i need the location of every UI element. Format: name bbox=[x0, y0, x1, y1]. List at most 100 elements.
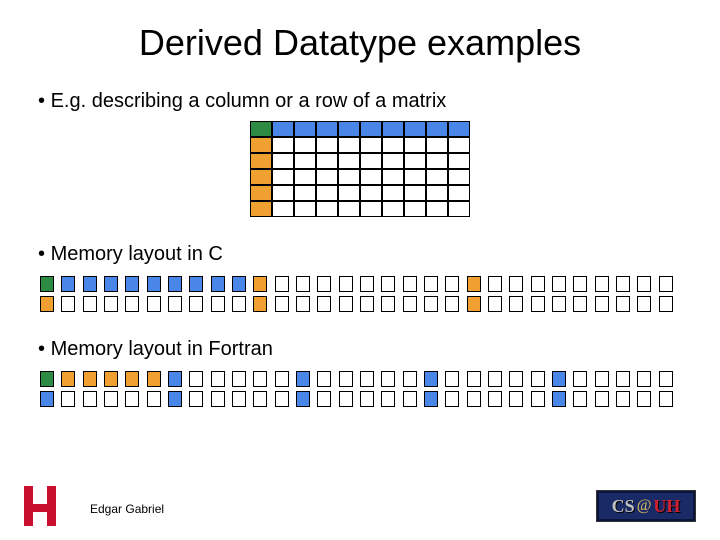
fortran-cell bbox=[211, 371, 225, 387]
fortran-cell bbox=[531, 391, 545, 407]
matrix-cell bbox=[316, 137, 338, 153]
c-cell bbox=[211, 276, 225, 292]
c-cell bbox=[552, 296, 566, 312]
c-cell bbox=[339, 276, 353, 292]
fortran-cell bbox=[147, 371, 161, 387]
matrix-cell bbox=[316, 201, 338, 217]
fortran-cell bbox=[104, 371, 118, 387]
matrix-cell bbox=[250, 153, 272, 169]
c-cell bbox=[189, 296, 203, 312]
fortran-cell bbox=[317, 371, 331, 387]
matrix-cell bbox=[448, 185, 470, 201]
fortran-cell bbox=[573, 391, 587, 407]
footer: Edgar Gabriel CS @ UH bbox=[0, 484, 720, 532]
fortran-cell bbox=[147, 391, 161, 407]
matrix-cell bbox=[426, 153, 448, 169]
matrix-cell bbox=[294, 201, 316, 217]
matrix-cell bbox=[294, 185, 316, 201]
badge-at: @ bbox=[635, 497, 654, 515]
matrix-cell bbox=[272, 137, 294, 153]
fortran-cell bbox=[275, 391, 289, 407]
matrix-cell bbox=[360, 137, 382, 153]
c-cell bbox=[509, 296, 523, 312]
c-cell bbox=[616, 296, 630, 312]
fortran-cell bbox=[40, 391, 54, 407]
matrix-cell bbox=[448, 153, 470, 169]
fortran-cell bbox=[104, 391, 118, 407]
c-cell bbox=[168, 296, 182, 312]
author-label: Edgar Gabriel bbox=[90, 502, 164, 516]
c-cell bbox=[339, 296, 353, 312]
matrix-cell bbox=[404, 169, 426, 185]
matrix-cell bbox=[382, 153, 404, 169]
uh-logo-icon bbox=[18, 486, 62, 526]
matrix-cell bbox=[272, 121, 294, 137]
c-cell bbox=[488, 296, 502, 312]
c-cell bbox=[104, 296, 118, 312]
c-cell bbox=[40, 296, 54, 312]
matrix-cell bbox=[294, 153, 316, 169]
fortran-cell bbox=[659, 371, 673, 387]
c-cell bbox=[125, 296, 139, 312]
matrix-cell bbox=[448, 137, 470, 153]
bullet-matrix: E.g. describing a column or a row of a m… bbox=[38, 90, 720, 113]
matrix-cell bbox=[404, 153, 426, 169]
fortran-cell bbox=[595, 391, 609, 407]
matrix-cell bbox=[294, 169, 316, 185]
bullet-c: Memory layout in C bbox=[38, 243, 720, 266]
matrix-cell bbox=[360, 185, 382, 201]
c-cell bbox=[253, 276, 267, 292]
c-cell bbox=[232, 276, 246, 292]
fortran-cell bbox=[296, 391, 310, 407]
matrix-cell bbox=[250, 185, 272, 201]
matrix-cell bbox=[316, 153, 338, 169]
matrix-cell bbox=[360, 121, 382, 137]
matrix-cell bbox=[426, 169, 448, 185]
matrix-cell bbox=[338, 201, 360, 217]
c-layout-diagram bbox=[40, 276, 680, 312]
c-cell bbox=[488, 276, 502, 292]
fortran-cell bbox=[616, 371, 630, 387]
fortran-cell bbox=[403, 391, 417, 407]
matrix-cell bbox=[404, 137, 426, 153]
fortran-cell bbox=[531, 371, 545, 387]
c-cell bbox=[552, 276, 566, 292]
matrix-cell bbox=[404, 185, 426, 201]
fortran-cell bbox=[360, 391, 374, 407]
matrix-cell bbox=[382, 121, 404, 137]
matrix-cell bbox=[250, 121, 272, 137]
matrix-cell bbox=[338, 169, 360, 185]
c-cell bbox=[573, 296, 587, 312]
fortran-cell bbox=[403, 371, 417, 387]
matrix-cell bbox=[426, 137, 448, 153]
c-cell bbox=[125, 276, 139, 292]
c-cell bbox=[616, 276, 630, 292]
matrix-cell bbox=[338, 153, 360, 169]
c-cell bbox=[659, 296, 673, 312]
matrix-diagram bbox=[250, 121, 470, 217]
matrix-cell bbox=[338, 137, 360, 153]
fortran-cell bbox=[317, 391, 331, 407]
c-cell bbox=[659, 276, 673, 292]
fortran-cell bbox=[339, 391, 353, 407]
fortran-cell bbox=[467, 391, 481, 407]
fortran-cell bbox=[381, 391, 395, 407]
c-cell bbox=[296, 276, 310, 292]
matrix-cell bbox=[272, 169, 294, 185]
c-cell bbox=[83, 296, 97, 312]
matrix-cell bbox=[360, 153, 382, 169]
fortran-cell bbox=[637, 371, 651, 387]
fortran-cell bbox=[61, 371, 75, 387]
c-cell bbox=[317, 296, 331, 312]
matrix-cell bbox=[360, 169, 382, 185]
matrix-cell bbox=[316, 185, 338, 201]
fortran-cell bbox=[552, 371, 566, 387]
c-cell bbox=[637, 276, 651, 292]
fortran-cell bbox=[467, 371, 481, 387]
c-cell bbox=[61, 296, 75, 312]
matrix-cell bbox=[338, 121, 360, 137]
fortran-cell bbox=[488, 371, 502, 387]
bullet-fortran: Memory layout in Fortran bbox=[38, 338, 720, 361]
matrix-cell bbox=[272, 153, 294, 169]
fortran-cell bbox=[168, 391, 182, 407]
